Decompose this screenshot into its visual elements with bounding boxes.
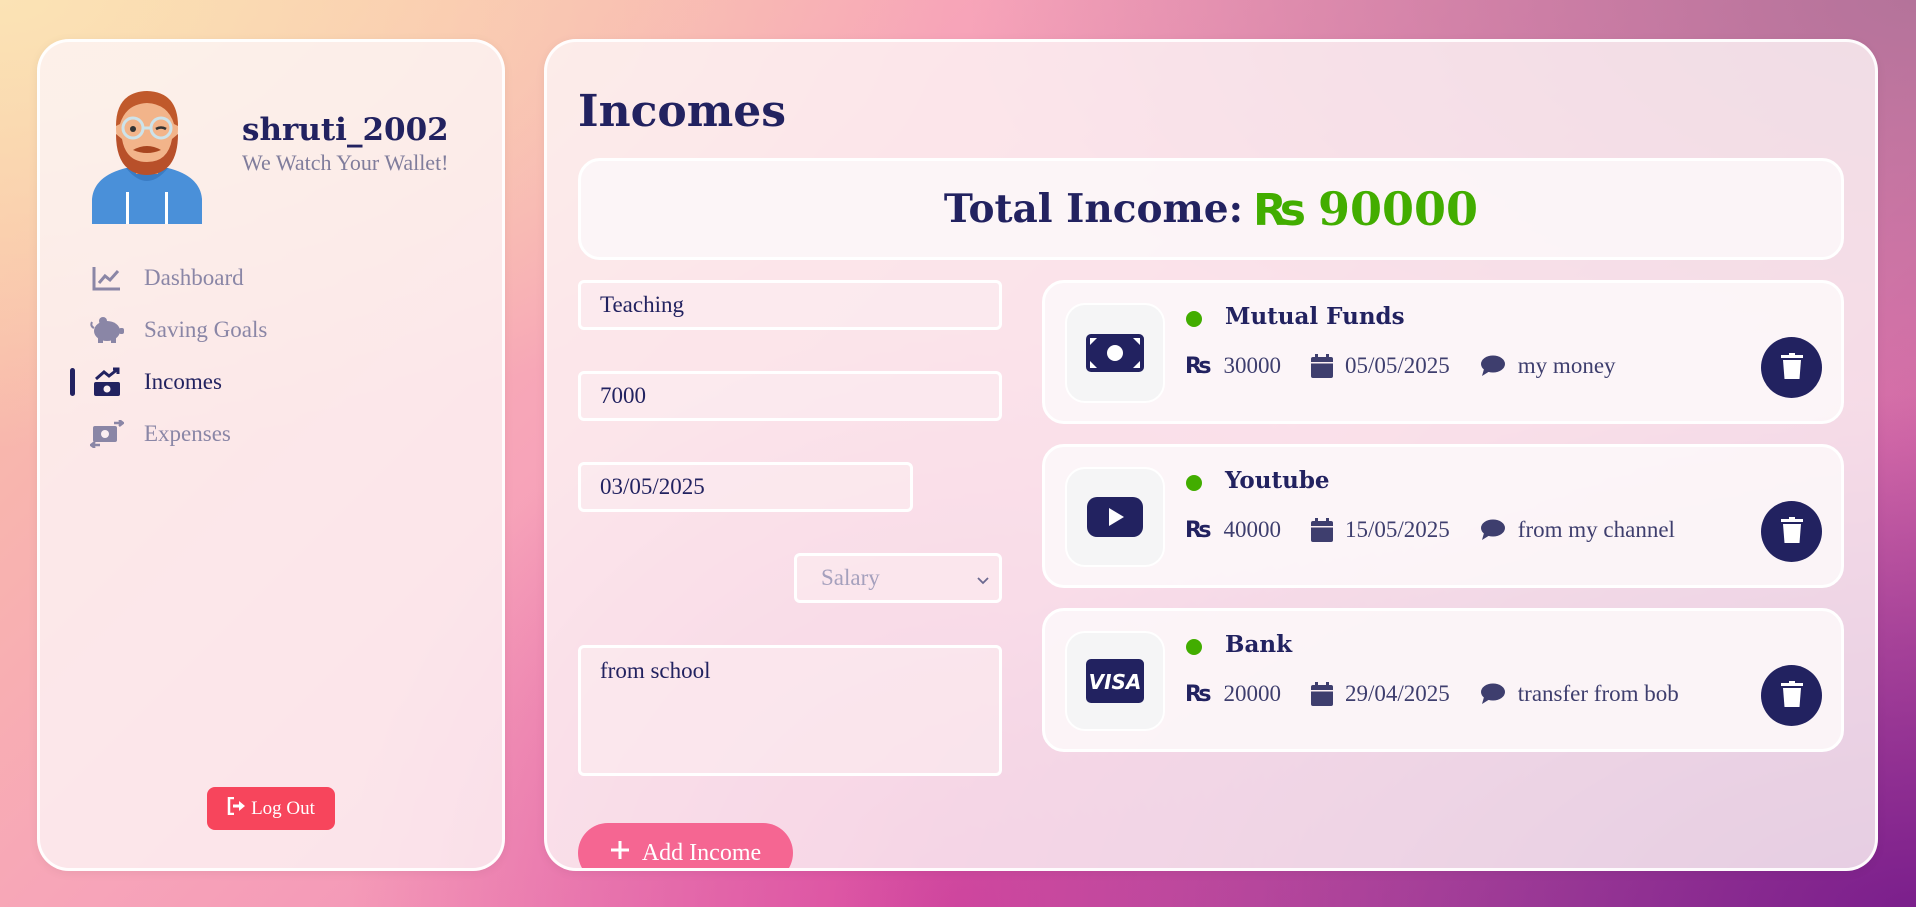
- income-date: 29/04/2025: [1345, 681, 1450, 706]
- income-meta: ₨ 30000 05/05/2025 my money: [1185, 353, 1646, 379]
- calendar-icon: [1311, 518, 1334, 542]
- logout-button[interactable]: Log Out: [207, 787, 335, 830]
- income-meta: ₨ 40000 15/05/2025 from my channel: [1185, 517, 1705, 543]
- nav-label: Expenses: [144, 421, 231, 446]
- nav-label: Dashboard: [144, 265, 244, 290]
- sidebar: shruti_2002 We Watch Your Wallet! Dashbo…: [37, 39, 505, 871]
- chart-line-icon: [90, 263, 124, 293]
- trash-icon: [1780, 681, 1803, 710]
- status-dot: [1186, 311, 1202, 327]
- username: shruti_2002: [242, 112, 449, 148]
- trash-icon: [1780, 517, 1803, 546]
- income-amount: 40000: [1223, 517, 1282, 542]
- nav-label: Saving Goals: [144, 317, 268, 342]
- status-dot: [1186, 639, 1202, 655]
- logout-label: Log Out: [251, 797, 315, 819]
- income-title: Youtube: [1225, 467, 1330, 494]
- rupee-icon: ₨: [1185, 517, 1212, 543]
- total-income-label: Total Income:: [943, 186, 1243, 232]
- income-note: transfer from bob: [1517, 681, 1679, 706]
- main-panel: Incomes Total Income: ₨ 90000 Teaching 70…: [544, 39, 1878, 871]
- piggy-bank-icon: [90, 315, 124, 345]
- comment-icon: [1480, 355, 1506, 377]
- youtube-icon: [1065, 467, 1165, 567]
- income-amount-input[interactable]: 7000: [578, 371, 1002, 421]
- nav-item-expenses[interactable]: Expenses: [40, 408, 502, 460]
- sign-out-icon: [227, 796, 247, 821]
- total-amount: 90000: [1318, 182, 1479, 236]
- nav-item-incomes[interactable]: Incomes: [40, 356, 502, 408]
- visa-card-icon: VISA: [1065, 631, 1165, 731]
- comment-icon: [1480, 519, 1506, 541]
- avatar: [92, 91, 202, 224]
- total-income-value: ₨ 90000: [1253, 182, 1478, 236]
- income-date: 15/05/2025: [1345, 517, 1450, 542]
- income-amount: 30000: [1223, 353, 1282, 378]
- money-transfer-icon: [90, 419, 124, 449]
- plus-icon: [610, 840, 630, 867]
- tagline: We Watch Your Wallet!: [242, 150, 449, 175]
- calendar-icon: [1311, 682, 1334, 706]
- sidebar-nav: Dashboard Saving Goals Incomes Expenses: [40, 252, 502, 460]
- chevron-down-icon: [977, 565, 989, 591]
- nav-item-dashboard[interactable]: Dashboard: [40, 252, 502, 304]
- delete-button[interactable]: [1761, 501, 1822, 562]
- rupee-icon: ₨: [1253, 185, 1307, 236]
- page-title: Incomes: [578, 86, 787, 137]
- calendar-icon: [1311, 354, 1334, 378]
- income-date: 05/05/2025: [1345, 353, 1450, 378]
- rupee-icon: ₨: [1185, 681, 1212, 707]
- nav-item-saving-goals[interactable]: Saving Goals: [40, 304, 502, 356]
- category-selected-value: Salary: [821, 565, 880, 590]
- income-item: Mutual Funds ₨ 30000 05/05/2025 my money: [1042, 280, 1844, 424]
- income-item: Youtube ₨ 40000 15/05/2025 from my channe…: [1042, 444, 1844, 588]
- delete-button[interactable]: [1761, 665, 1822, 726]
- income-amount: 20000: [1223, 681, 1282, 706]
- svg-text:VISA: VISA: [1089, 670, 1142, 694]
- total-income-box: Total Income: ₨ 90000: [578, 158, 1844, 260]
- delete-button[interactable]: [1761, 337, 1822, 398]
- add-income-label: Add Income: [641, 839, 762, 866]
- money-trend-icon: [90, 367, 124, 397]
- income-description-textarea[interactable]: from school: [578, 645, 1002, 776]
- income-title-input[interactable]: Teaching: [578, 280, 1002, 330]
- status-dot: [1186, 475, 1202, 491]
- rupee-icon: ₨: [1185, 353, 1212, 379]
- income-category-select[interactable]: Salary: [794, 553, 1002, 603]
- income-note: from my channel: [1517, 517, 1675, 542]
- money-bill-icon: [1065, 303, 1165, 403]
- comment-icon: [1480, 683, 1506, 705]
- income-title: Bank: [1225, 631, 1293, 658]
- income-date-input[interactable]: 03/05/2025: [578, 462, 913, 512]
- add-income-button[interactable]: Add Income: [578, 823, 793, 868]
- income-note: my money: [1517, 353, 1616, 378]
- income-meta: ₨ 20000 29/04/2025 transfer from bob: [1185, 681, 1709, 707]
- nav-label: Incomes: [144, 369, 222, 394]
- income-title: Mutual Funds: [1225, 303, 1405, 330]
- profile: shruti_2002 We Watch Your Wallet!: [88, 84, 449, 224]
- income-item: VISA Bank ₨ 20000 29/04/2025 transfer fro…: [1042, 608, 1844, 752]
- trash-icon: [1780, 353, 1803, 382]
